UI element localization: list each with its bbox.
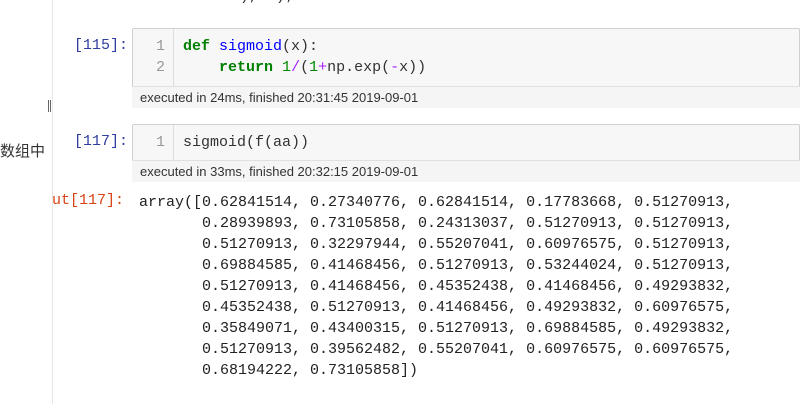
output-line: 0.69884585, 0.41468456, 0.51270913, 0.53… — [139, 257, 734, 274]
drag-handle-icon[interactable] — [48, 100, 53, 112]
code-line[interactable]: return 1/(1+np.exp(-x)) — [183, 59, 426, 76]
code-token: return — [219, 59, 274, 76]
output-line: array([0.62841514, 0.27340776, 0.6284151… — [139, 194, 734, 211]
code-token: ( — [300, 59, 310, 76]
code-token: 1 — [309, 59, 319, 76]
line-number: 1 — [155, 134, 165, 151]
code-line[interactable]: sigmoid(f(aa)) — [183, 134, 309, 151]
input-prompt-115: [115]: — [74, 37, 129, 54]
code-token: + — [318, 59, 328, 76]
execution-info: executed in 24ms, finished 20:31:45 2019… — [132, 86, 800, 108]
code-token: - — [390, 59, 400, 76]
output-line: 0.35849071, 0.43400315, 0.51270913, 0.69… — [139, 320, 734, 337]
side-panel-text: 数组中 — [0, 142, 46, 160]
line-number: 1 — [155, 38, 165, 55]
code-line[interactable]: def sigmoid(x): — [183, 38, 318, 55]
code-token: / — [291, 59, 301, 76]
code-cell-115[interactable]: 1 2 def sigmoid(x): return 1/(1+np.exp(-… — [132, 28, 800, 108]
line-number: 2 — [155, 59, 165, 76]
code-token: sigmoid(f(aa)) — [183, 134, 310, 151]
output-line: 0.45352438, 0.51270913, 0.41468456, 0.49… — [139, 299, 734, 316]
input-prompt-117: [117]: — [74, 133, 129, 150]
output-line: 0.51270913, 0.41468456, 0.45352438, 0.41… — [139, 278, 734, 295]
output-area: array([0.62841514, 0.27340776, 0.6284151… — [139, 192, 733, 381]
code-token: (x): — [282, 38, 319, 55]
output-prompt-117: ut[117]: — [52, 192, 125, 209]
code-token: sigmoid — [219, 38, 283, 55]
previous-output-fragment: ), '); — [240, 0, 303, 5]
output-line: 0.51270913, 0.39562482, 0.55207041, 0.60… — [139, 341, 734, 358]
code-cell-117[interactable]: 1 sigmoid(f(aa)) executed in 33ms, finis… — [132, 124, 800, 182]
code-token: def — [183, 38, 211, 55]
code-token: np.exp( — [327, 59, 391, 76]
output-line: 0.28939893, 0.73105858, 0.24313037, 0.51… — [139, 215, 734, 232]
code-token: 1 — [282, 59, 292, 76]
output-line: 0.68194222, 0.73105858]) — [139, 362, 419, 379]
output-line: 0.51270913, 0.32297944, 0.55207041, 0.60… — [139, 236, 734, 253]
code-token: x)) — [399, 59, 427, 76]
execution-info: executed in 33ms, finished 20:32:15 2019… — [132, 160, 800, 182]
